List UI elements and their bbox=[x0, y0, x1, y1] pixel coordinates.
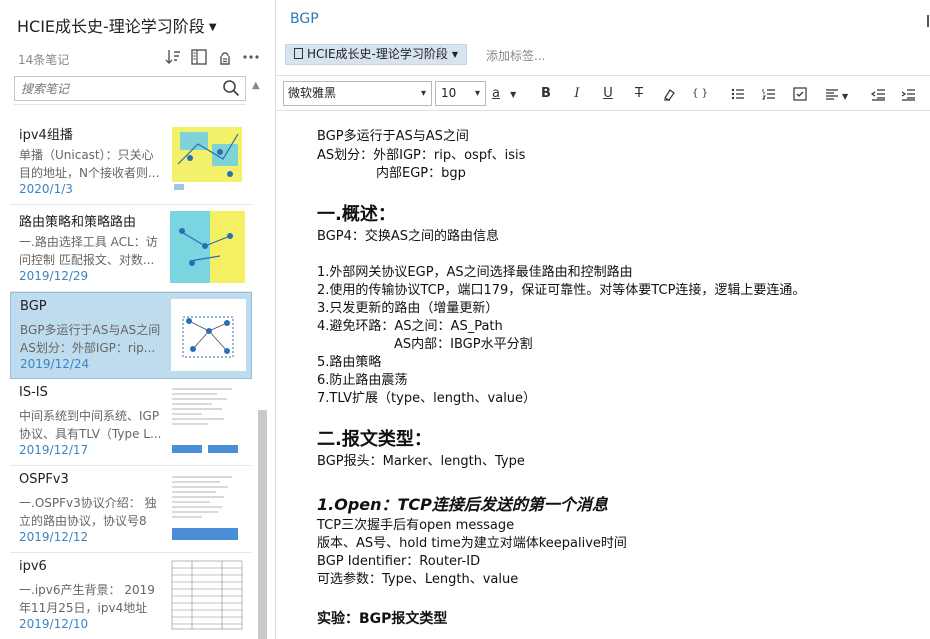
body-line: BGP4：交换AS之间的路由信息 bbox=[317, 229, 500, 244]
strikethrough-button[interactable]: T bbox=[629, 84, 649, 104]
font-family-value: 微软雅黑 bbox=[288, 86, 337, 100]
indent-button[interactable] bbox=[898, 84, 918, 104]
share-icon[interactable] bbox=[216, 48, 234, 66]
formatting-toolbar: 微软雅黑 ▾ 10 ▾ a ▼ B I U T { } ▼ bbox=[276, 75, 930, 111]
note-title: IS-IS bbox=[19, 385, 48, 400]
note-count: 14条笔记 bbox=[18, 53, 70, 67]
note-title-field[interactable]: BGP bbox=[290, 11, 319, 27]
note-list-item-ospfv3[interactable]: OSPFv3 一.OSPFv3协议介绍： 独立的路由协议，协议号89... 20… bbox=[10, 466, 252, 553]
edge-mark bbox=[927, 15, 929, 27]
divider bbox=[14, 104, 246, 105]
note-date: 2019/12/10 bbox=[19, 617, 89, 631]
highlighter-button[interactable] bbox=[660, 84, 680, 104]
body-line: BGP报头：Marker、length、Type bbox=[317, 454, 525, 469]
chevron-down-icon: ▼ bbox=[842, 92, 849, 101]
body-line: 3.只发更新的路由（增量更新） bbox=[317, 301, 499, 316]
note-title: 路由策略和策略路由 bbox=[19, 215, 137, 230]
note-list-item-is-is[interactable]: IS-IS 中间系统到中间系统、IGP协议、具有TLV（Type L... 20… bbox=[10, 379, 252, 466]
section-heading: 一.概述： bbox=[317, 204, 396, 225]
note-snippet: 一.OSPFv3协议介绍： 独立的路由协议，协议号89... bbox=[19, 496, 157, 528]
section-heading: 二.报文类型： bbox=[317, 429, 432, 450]
editor-pane: BGP HCIE成长史-理论学习阶段 ▼ 添加标签... 微软雅黑 ▾ 10 ▾ … bbox=[276, 0, 930, 639]
outdent-button[interactable] bbox=[868, 84, 888, 104]
notebook-title: HCIE成长史-理论学习阶段 bbox=[17, 17, 205, 36]
body-line: AS内部：IBGP水平分割 bbox=[394, 337, 533, 352]
note-thumbnail bbox=[170, 385, 245, 457]
add-tag-button[interactable]: 添加标签... bbox=[486, 47, 545, 64]
note-title: BGP bbox=[20, 299, 47, 314]
note-snippet: 单播（Unicast）：只关心目的地址，N个接收者则... bbox=[19, 148, 160, 180]
font-family-select[interactable]: 微软雅黑 ▾ bbox=[283, 81, 432, 106]
search-box bbox=[14, 76, 246, 101]
notebook-icon bbox=[294, 48, 303, 59]
subsection-heading: 1.Open：TCP连接后发送的第一个消息 bbox=[317, 495, 608, 514]
body-line: TCP三次握手后有open message bbox=[317, 518, 515, 533]
note-thumbnail bbox=[171, 299, 246, 371]
code-button[interactable]: { } bbox=[690, 84, 710, 104]
font-color-letter: a bbox=[492, 86, 500, 101]
note-title: ipv6 bbox=[19, 559, 47, 574]
font-size-value: 10 bbox=[441, 86, 457, 100]
chevron-down-icon: ▾ bbox=[420, 88, 426, 99]
body-line: 可选参数：Type、Length、value bbox=[317, 572, 519, 587]
body-line: 版本、AS号、hold time为建立对端体keepalive时间 bbox=[317, 536, 627, 551]
note-thumbnail bbox=[170, 472, 245, 544]
more-icon[interactable] bbox=[242, 48, 260, 66]
note-list-item-ipv6[interactable]: ipv6 一.ipv6产生背景： 2019年11月25日，ipv4地址彻... … bbox=[10, 553, 252, 639]
body-line: 7.TLV扩展（type、length、value） bbox=[317, 391, 537, 406]
font-size-select[interactable]: 10 ▾ bbox=[435, 81, 486, 106]
note-snippet: 一.路由选择工具 ACL：访问控制 匹配报文、对数... bbox=[19, 235, 158, 267]
italic-button[interactable]: I bbox=[567, 84, 587, 104]
note-date: 2019/12/17 bbox=[19, 443, 89, 457]
search-input[interactable] bbox=[15, 77, 215, 100]
underline-button[interactable]: U bbox=[598, 84, 618, 104]
note-list-item-ipv4-multicast[interactable]: ipv4组播 单播（Unicast）：只关心目的地址，N个接收者则... 202… bbox=[10, 118, 252, 205]
chevron-down-icon: ▼ bbox=[208, 22, 217, 33]
note-date: 2020/1/3 bbox=[19, 182, 73, 196]
body-line: 内部EGP：bgp bbox=[376, 166, 466, 181]
notebook-tag-label: HCIE成长史-理论学习阶段 bbox=[307, 47, 448, 61]
view-layout-icon[interactable] bbox=[190, 48, 208, 66]
note-date: 2019/12/24 bbox=[20, 357, 90, 371]
note-thumbnail bbox=[170, 124, 245, 196]
body-line: 5.路由策略 bbox=[317, 355, 382, 370]
bold-button[interactable]: B bbox=[536, 84, 556, 104]
subsection-heading: 实验：BGP报文类型 bbox=[317, 611, 448, 627]
note-title: OSPFv3 bbox=[19, 472, 69, 487]
note-list-scrollbar[interactable] bbox=[258, 410, 267, 639]
note-list-pane: HCIE成长史-理论学习阶段▼ 14条笔记 ▲ ipv4组播 单播（Unicas… bbox=[0, 0, 273, 639]
body-line: 6.防止路由震荡 bbox=[317, 373, 408, 388]
body-line: 4.避免环路：AS之间：AS_Path bbox=[317, 319, 503, 334]
body-line: BGP Identifier：Router-ID bbox=[317, 554, 481, 569]
align-button[interactable]: ▼ bbox=[824, 84, 854, 104]
scroll-up-icon[interactable]: ▲ bbox=[252, 80, 260, 91]
note-list-item-route-policy[interactable]: 路由策略和策略路由 一.路由选择工具 ACL：访问控制 匹配报文、对数... 2… bbox=[10, 205, 252, 292]
note-title: ipv4组播 bbox=[19, 128, 73, 143]
body-line: BGP多运行于AS与AS之间 bbox=[317, 129, 469, 144]
note-thumbnail bbox=[170, 559, 245, 631]
note-snippet: 中间系统到中间系统、IGP协议、具有TLV（Type L... bbox=[19, 409, 162, 441]
note-date: 2019/12/12 bbox=[19, 530, 89, 544]
font-color-button[interactable]: a ▼ bbox=[492, 84, 522, 104]
sort-icon[interactable] bbox=[164, 48, 182, 66]
checklist-button[interactable] bbox=[790, 84, 810, 104]
chevron-down-icon: ▼ bbox=[510, 90, 517, 99]
note-thumbnail bbox=[170, 211, 245, 283]
note-snippet: BGP多运行于AS与AS之间 AS划分：外部IGP：rip... bbox=[20, 323, 161, 355]
chevron-down-icon: ▾ bbox=[474, 88, 480, 99]
note-list-item-bgp[interactable]: BGP BGP多运行于AS与AS之间 AS划分：外部IGP：rip... 201… bbox=[10, 292, 252, 379]
chevron-down-icon: ▼ bbox=[451, 50, 459, 59]
body-line: 2.使用的传输协议TCP，端口179，保证可靠性。对等体要TCP连接，逻辑上要连… bbox=[317, 283, 806, 298]
notebook-tag-button[interactable]: HCIE成长史-理论学习阶段 ▼ bbox=[285, 44, 468, 65]
body-line: 1.外部网关协议EGP，AS之间选择最佳路由和控制路由 bbox=[317, 265, 633, 280]
search-icon[interactable] bbox=[222, 79, 240, 97]
note-date: 2019/12/29 bbox=[19, 269, 89, 283]
app-window: HCIE成长史-理论学习阶段▼ 14条笔记 ▲ ipv4组播 单播（Unicas… bbox=[0, 0, 930, 639]
numbered-list-button[interactable] bbox=[759, 84, 779, 104]
bullet-list-button[interactable] bbox=[728, 84, 748, 104]
body-line: AS划分：外部IGP：rip、ospf、isis bbox=[317, 148, 526, 163]
note-snippet: 一.ipv6产生背景： 2019年11月25日，ipv4地址彻... bbox=[19, 583, 155, 615]
notebook-selector[interactable]: HCIE成长史-理论学习阶段 ▼ bbox=[17, 13, 217, 37]
